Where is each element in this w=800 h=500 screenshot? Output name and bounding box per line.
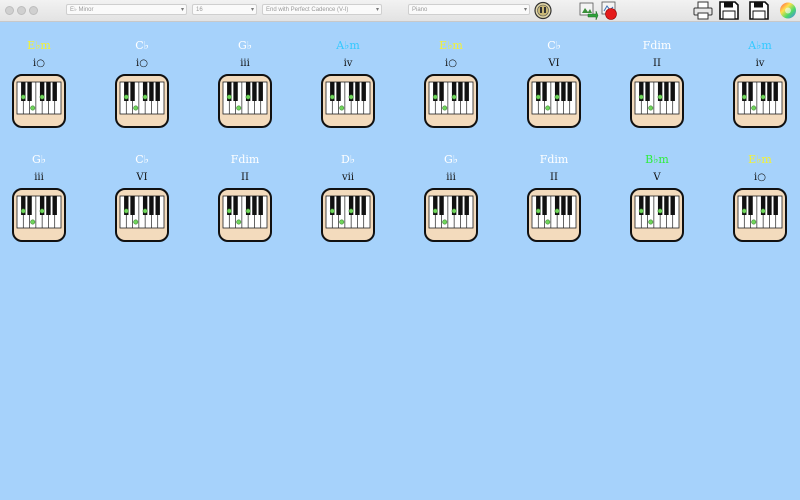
piano-keyboard-icon[interactable] — [527, 74, 581, 128]
chord-card[interactable]: E♭m i○ — [10, 39, 68, 128]
piano-keyboard-icon[interactable] — [733, 188, 787, 242]
chord-name: A♭m — [336, 39, 360, 52]
export-icon[interactable] — [579, 1, 599, 20]
chord-name: C♭ — [135, 39, 149, 52]
chord-name: D♭ — [340, 153, 355, 166]
progression-length-select[interactable]: 16 ▾ — [192, 4, 257, 15]
chord-degree: vii — [341, 172, 355, 183]
progression-length-value: 16 — [196, 7, 203, 13]
key-select-value: E♭ Minor — [70, 7, 94, 13]
chord-card[interactable]: C♭ VI — [113, 153, 171, 242]
chord-degree: iv — [755, 58, 765, 69]
chord-name: Fdim — [642, 39, 672, 52]
piano-keyboard-icon[interactable] — [321, 74, 375, 128]
close-window-button[interactable] — [5, 6, 14, 15]
piano-keyboard-icon[interactable] — [424, 188, 478, 242]
chevron-down-icon: ▾ — [180, 7, 184, 13]
record-icon[interactable] — [600, 1, 620, 20]
chord-name: Fdim — [230, 153, 260, 166]
chord-name: Fdim — [539, 153, 569, 166]
color-wheel-icon[interactable] — [778, 1, 798, 20]
chord-card[interactable]: B♭m V — [628, 153, 686, 242]
chord-name: C♭ — [547, 39, 561, 52]
save-as-icon[interactable] — [749, 1, 769, 20]
chord-name: C♭ — [135, 153, 149, 166]
chord-card[interactable]: G♭ iii — [422, 153, 480, 242]
cadence-select-value: End with Perfect Cadence (V-I) — [266, 7, 349, 13]
print-icon[interactable] — [693, 1, 713, 20]
instrument-select-value: Piano — [412, 7, 428, 13]
chord-card[interactable]: A♭m iv — [319, 39, 377, 128]
chord-degree: VI — [548, 58, 560, 69]
chord-card[interactable]: C♭ VI — [525, 39, 583, 128]
chord-degree: i○ — [754, 172, 766, 183]
chord-card[interactable]: A♭m iv — [731, 39, 789, 128]
instrument-select[interactable]: Piano ▾ — [408, 4, 530, 15]
piano-keyboard-icon[interactable] — [218, 188, 272, 242]
minimize-window-button[interactable] — [17, 6, 26, 15]
chord-name: E♭m — [439, 39, 463, 52]
chord-degree: iii — [34, 172, 44, 183]
toolbar: E♭ Minor ▾ 16 ▾ End with Perfect Cadence… — [0, 0, 800, 22]
chord-name: A♭m — [748, 39, 772, 52]
chord-degree: iii — [446, 172, 456, 183]
piano-keyboard-icon[interactable] — [630, 74, 684, 128]
chord-degree: II — [653, 58, 661, 69]
chord-name: G♭ — [238, 39, 252, 52]
chord-degree: iii — [240, 58, 250, 69]
chord-degree: VI — [136, 172, 148, 183]
chord-card[interactable]: Fdim II — [628, 39, 686, 128]
chord-name: E♭m — [748, 153, 772, 166]
chevron-down-icon: ▾ — [250, 7, 254, 13]
chord-card[interactable]: D♭ vii — [319, 153, 377, 242]
piano-keyboard-icon[interactable] — [424, 74, 478, 128]
chord-name: G♭ — [32, 153, 46, 166]
chord-card[interactable]: Fdim II — [216, 153, 274, 242]
chord-degree: i○ — [445, 58, 457, 69]
piano-keyboard-icon[interactable] — [733, 74, 787, 128]
piano-keyboard-icon[interactable] — [218, 74, 272, 128]
chord-name: E♭m — [27, 39, 51, 52]
chevron-down-icon: ▾ — [375, 7, 379, 13]
key-select[interactable]: E♭ Minor ▾ — [66, 4, 187, 15]
piano-keyboard-icon[interactable] — [12, 188, 66, 242]
piano-keyboard-icon[interactable] — [321, 188, 375, 242]
piano-keyboard-icon[interactable] — [527, 188, 581, 242]
zoom-window-button[interactable] — [29, 6, 38, 15]
chord-degree: II — [550, 172, 558, 183]
chord-card[interactable]: E♭m i○ — [422, 39, 480, 128]
save-icon[interactable] — [719, 1, 739, 20]
chevron-down-icon: ▾ — [523, 7, 527, 13]
chord-card[interactable]: G♭ iii — [10, 153, 68, 242]
chord-degree: i○ — [33, 58, 45, 69]
cadence-select[interactable]: End with Perfect Cadence (V-I) ▾ — [262, 4, 382, 15]
piano-keyboard-icon[interactable] — [12, 74, 66, 128]
chord-name: G♭ — [444, 153, 458, 166]
metronome-icon[interactable] — [533, 1, 553, 20]
chord-degree: iv — [343, 58, 353, 69]
piano-keyboard-icon[interactable] — [115, 188, 169, 242]
chord-degree: II — [241, 172, 249, 183]
chord-card[interactable]: Fdim II — [525, 153, 583, 242]
chord-card[interactable]: G♭ iii — [216, 39, 274, 128]
piano-keyboard-icon[interactable] — [115, 74, 169, 128]
chord-card[interactable]: C♭ i○ — [113, 39, 171, 128]
chord-degree: V — [653, 172, 661, 183]
chord-card[interactable]: E♭m i○ — [731, 153, 789, 242]
chord-degree: i○ — [136, 58, 148, 69]
piano-keyboard-icon[interactable] — [630, 188, 684, 242]
chord-name: B♭m — [645, 153, 669, 166]
